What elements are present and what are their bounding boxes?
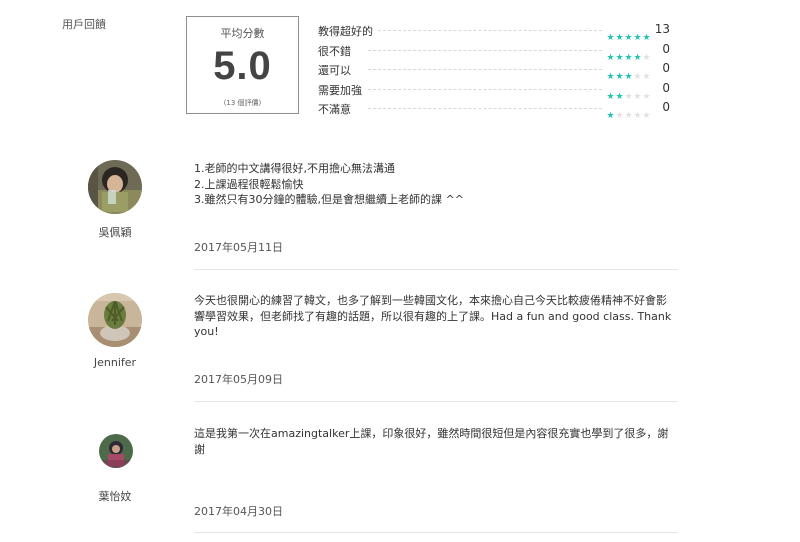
rating-breakdown: 教得超好的 ★★★★★ 13 很不錯 ★★★★★ 0 還可以 ★★★★★ 0 需要加強 ★★★★★ 0… xyxy=(318,22,674,121)
rating-row: 不滿意 ★★★★★ 0 xyxy=(318,100,674,121)
rating-row-leader-line xyxy=(368,88,602,90)
rating-row-count: 0 xyxy=(662,100,670,114)
rating-row-label: 還可以 xyxy=(318,62,355,78)
rating-row-count: 0 xyxy=(662,41,670,56)
reviewer-name: 葉怡妏 xyxy=(98,490,132,503)
rating-row: 很不錯 ★★★★★ 0 xyxy=(318,41,674,63)
rating-stars: ★★★★★ xyxy=(606,45,652,63)
rating-row-count: 13 xyxy=(654,22,670,36)
rating-row-leader-line xyxy=(368,49,602,51)
rating-stars: ★★★★★ xyxy=(606,84,652,102)
rating-row-leader-line xyxy=(368,69,602,70)
review-text: 1.老師的中文講得很好,不用擔心無法溝通 2.上課過程很輕鬆愉快 3.雖然只有3… xyxy=(194,162,464,206)
reviews-section-label: 用戶回饋 xyxy=(62,18,106,31)
rating-row-count: 0 xyxy=(662,80,670,95)
rating-stars: ★★★★★ xyxy=(606,103,652,121)
rating-stars: ★★★★★ xyxy=(606,25,652,43)
avatar[interactable] xyxy=(88,160,142,214)
average-score-title: 平均分數 xyxy=(220,27,265,40)
reviewer-name: 吳佩穎 xyxy=(98,226,132,239)
rating-row-leader-line xyxy=(368,30,602,31)
average-score-card: 平均分數 5.0 (13 個評價) xyxy=(186,16,299,114)
rating-row: 教得超好的 ★★★★★ 13 xyxy=(318,22,674,43)
review-count: (13 個評價) xyxy=(223,99,262,107)
rating-row-label: 需要加強 xyxy=(318,81,366,98)
rating-stars: ★★★★★ xyxy=(606,64,652,82)
review-divider xyxy=(194,269,678,270)
star-icon: ★ xyxy=(633,111,642,121)
review-divider xyxy=(194,401,678,402)
star-icon: ★ xyxy=(642,111,651,121)
average-score-value: 5.0 xyxy=(213,44,272,88)
rating-row-leader-line xyxy=(368,108,602,109)
review-text: 這是我第一次在amazingtalker上課，印象很好，雖然時間很短但是內容很充… xyxy=(194,427,669,456)
rating-row-label: 很不錯 xyxy=(318,42,355,59)
review-text: 今天也很開心的練習了韓文，也多了解到一些韓國文化，本來擔心自己今天比較疲倦精神不… xyxy=(194,294,672,338)
review-date: 2017年05月09日 xyxy=(194,373,283,386)
rating-row-count: 0 xyxy=(662,61,670,75)
rating-row-label: 教得超好的 xyxy=(318,23,377,39)
rating-row: 還可以 ★★★★★ 0 xyxy=(318,61,674,82)
reviewer-name: Jennifer xyxy=(93,356,137,369)
rating-row: 需要加強 ★★★★★ 0 xyxy=(318,80,674,102)
star-icon: ★ xyxy=(624,111,633,121)
star-icon: ★ xyxy=(615,111,624,121)
avatar[interactable] xyxy=(88,293,142,347)
review-divider xyxy=(194,532,678,533)
avatar[interactable] xyxy=(99,434,133,468)
review-date: 2017年05月11日 xyxy=(194,241,283,254)
review-date: 2017年04月30日 xyxy=(194,505,283,518)
rating-row-label: 不滿意 xyxy=(318,101,355,117)
star-icon: ★ xyxy=(606,111,615,121)
